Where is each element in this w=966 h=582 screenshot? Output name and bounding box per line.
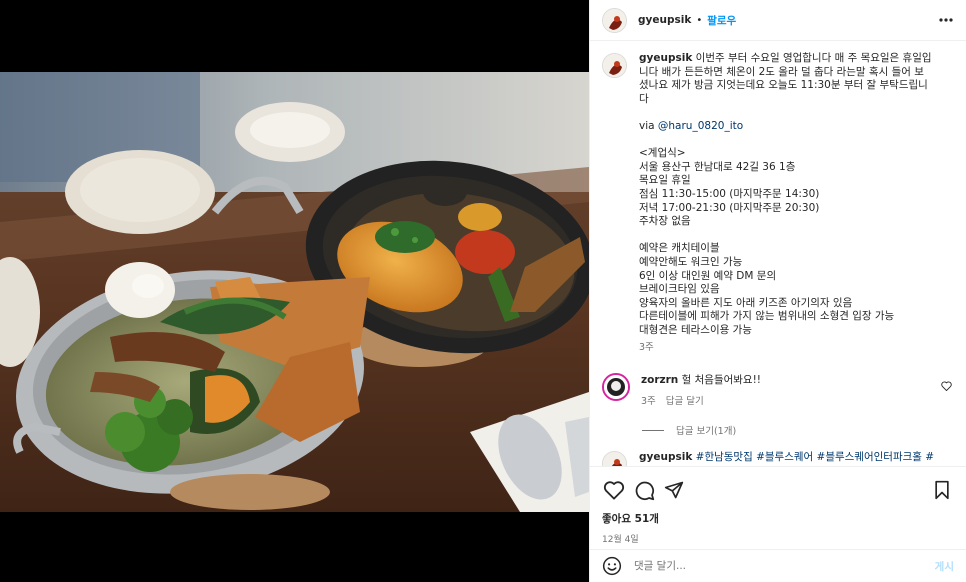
avatar[interactable] [602, 373, 630, 402]
notice-line: 대형견은 테라스이용 가능 [639, 323, 752, 336]
via-line: via @haru_0820_ito [639, 119, 744, 132]
post-comment-button[interactable]: 게시 [935, 559, 954, 574]
notice-line: 예약안해도 워크인 가능 [639, 255, 743, 268]
notice-line: 예약은 캐치테이블 [639, 242, 720, 255]
comment-icon[interactable] [632, 479, 656, 501]
avatar[interactable] [602, 7, 627, 33]
heart-icon[interactable] [602, 479, 626, 501]
view-replies-label[interactable]: 답글 보기(1개) [676, 423, 736, 437]
comments-scroll-area[interactable]: gyeupsik 이번주 부터 수요일 영업합니다 매 주 목요일은 휴일입 니… [590, 42, 966, 466]
comment-meta: 3주 답글 달기 [641, 395, 941, 409]
caption-text: gyeupsik 이번주 부터 수요일 영업합니다 매 주 목요일은 휴일입 니… [639, 52, 954, 355]
comment-timestamp[interactable]: 3주 [641, 395, 656, 409]
comment-body: zorzrn 헐 처음들어봐요!! 3주 답글 달기 [641, 373, 941, 409]
caption-timestamp[interactable]: 3주 [639, 341, 954, 355]
notice-line: 다른테이블에 피해가 가지 않는 범위내의 소형견 입장 가능 [639, 310, 895, 323]
comment-input[interactable] [634, 560, 914, 572]
replies-divider [642, 429, 664, 431]
post-header: gyeupsik • 팔로우 [590, 0, 966, 41]
share-icon[interactable] [662, 479, 686, 501]
likes-count[interactable]: 좋아요 51개 [602, 511, 954, 526]
caption-line: 셨나요 제가 방금 지엇는데요 오늘도 11:30분 부터 잘 부탁드립니 [639, 79, 928, 92]
avatar[interactable] [602, 53, 627, 78]
notice-line: 6인 이상 대인원 예약 DM 문의 [639, 269, 777, 282]
info-line: 주차장 없음 [639, 215, 691, 228]
info-line: 목요일 휴일 [639, 174, 691, 187]
post-dialog: gyeupsik • 팔로우 gyeupsik 이번주 부터 수요일 영업합니다… [0, 0, 966, 582]
post-side-panel: gyeupsik • 팔로우 gyeupsik 이번주 부터 수요일 영업합니다… [589, 0, 966, 582]
caption-line: 니다 배가 든든하면 체온이 2도 올라 덜 춥다 라는말 혹시 들어 보 [639, 65, 924, 78]
comment-composer: 게시 [590, 549, 966, 582]
emoji-icon[interactable] [602, 556, 622, 576]
follow-button[interactable]: 팔로우 [707, 13, 736, 28]
post-date[interactable]: 12월 4일 [602, 532, 954, 545]
small-heart-icon[interactable] [941, 381, 952, 394]
post-username[interactable]: gyeupsik [638, 14, 691, 26]
comment-username[interactable]: zorzrn [641, 374, 678, 386]
view-replies-button[interactable]: 답글 보기(1개) [642, 423, 954, 437]
post-photo[interactable] [0, 72, 589, 512]
action-icons [602, 479, 954, 501]
caption-line: gyeupsik 이번주 부터 수요일 영업합니다 매 주 목요일은 휴일입 [639, 52, 932, 64]
notice-line: 양육자의 올바른 지도 아래 키즈존 아기의자 있음 [639, 296, 853, 309]
caption-username[interactable]: gyeupsik [639, 52, 692, 64]
post-actions: 좋아요 51개 12월 4일 [590, 466, 966, 545]
separator-dot: • [696, 14, 703, 26]
caption-username[interactable]: gyeupsik [639, 451, 692, 463]
hashtag-links[interactable]: #한남동맛집 #블루스퀘어 #블루스퀘어인터파크홀 # [696, 451, 934, 463]
bookmark-icon[interactable] [930, 479, 954, 501]
info-line: <계업식> [639, 147, 686, 160]
post-caption: gyeupsik 이번주 부터 수요일 영업합니다 매 주 목요일은 휴일입 니… [602, 52, 954, 355]
info-line: 점심 11:30-15:00 (마지막주문 14:30) [639, 187, 820, 200]
info-line: 서울 용산구 한남대로 42길 36 1층 [639, 160, 796, 173]
comment-text-line: zorzrn 헐 처음들어봐요!! [641, 373, 941, 387]
more-icon[interactable] [936, 12, 956, 28]
reply-button[interactable]: 답글 달기 [666, 395, 704, 409]
caption-line: 다 [639, 92, 649, 105]
info-line: 저녁 17:00-21:30 (마지막주문 20:30) [639, 201, 820, 214]
mention-link[interactable]: @haru_0820_ito [658, 120, 743, 132]
comment-item: zorzrn 헐 처음들어봐요!! 3주 답글 달기 [602, 373, 954, 409]
second-caption-text: gyeupsik #한남동맛집 #블루스퀘어 #블루스퀘어인터파크홀 # [639, 451, 954, 466]
post-media [0, 0, 589, 582]
avatar[interactable] [602, 451, 627, 466]
second-caption: gyeupsik #한남동맛집 #블루스퀘어 #블루스퀘어인터파크홀 # [602, 451, 954, 466]
comment-text: 헐 처음들어봐요!! [681, 374, 762, 387]
notice-line: 브레이크타임 있음 [639, 283, 720, 296]
